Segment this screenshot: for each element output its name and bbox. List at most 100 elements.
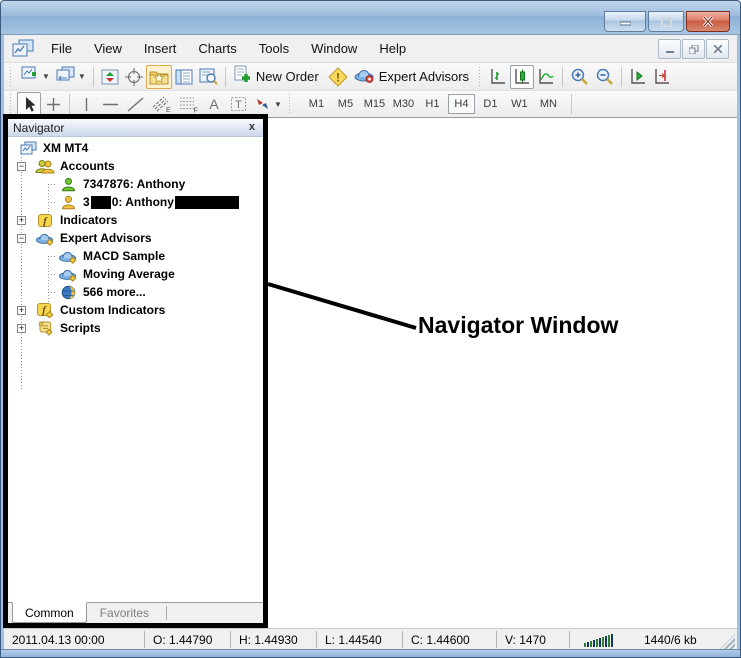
expand-plus-icon[interactable]: + (17, 306, 26, 315)
tree-item-accounts[interactable]: −Accounts (8, 157, 263, 175)
line-chart-button[interactable] (534, 65, 558, 89)
vertical-line-button[interactable] (74, 92, 98, 116)
cursor-button[interactable] (17, 92, 41, 116)
toolbar-grip[interactable] (9, 67, 14, 87)
menu-file[interactable]: File (40, 38, 83, 59)
tree-item-macd-sample[interactable]: MACD Sample (8, 247, 263, 265)
tick-chart-icon (101, 69, 119, 85)
chevron-down-icon: ▼ (42, 72, 50, 81)
expert-advisors-button[interactable]: Expert Advisors (351, 65, 475, 89)
vertical-line-icon (79, 96, 94, 113)
chevron-down-icon: ▼ (78, 72, 86, 81)
timeframe-m5[interactable]: M5 (332, 94, 359, 114)
tree-item-account-1[interactable]: 7347876: Anthony (8, 175, 263, 193)
alert-button[interactable]: ! (325, 65, 351, 89)
new-order-icon (233, 65, 252, 88)
tree-item-xm-mt4[interactable]: XM MT4 (8, 139, 263, 157)
timeframe-m30[interactable]: M30 (390, 94, 417, 114)
toolbar-separator (621, 67, 622, 87)
tree-item-custom-indicators[interactable]: +fCustom Indicators (8, 301, 263, 319)
status-segment: V: 1470 (497, 629, 569, 650)
crosshair-tool-icon (45, 96, 62, 113)
tree-item-account-2[interactable]: 30: Anthony (8, 193, 263, 211)
timeframe-m15[interactable]: M15 (361, 94, 388, 114)
ea-hat-icon (35, 230, 55, 246)
child-close-button[interactable] (706, 39, 729, 59)
menu-window[interactable]: Window (300, 38, 368, 59)
tab-favorites[interactable]: Favorites (87, 603, 162, 623)
bar-chart-button[interactable] (486, 65, 510, 89)
menu-view[interactable]: View (83, 38, 133, 59)
toolbar-separator (571, 94, 572, 114)
toolbar-grip[interactable] (478, 67, 483, 87)
cursor-icon (22, 96, 37, 113)
menu-charts[interactable]: Charts (187, 38, 247, 59)
timeframe-m1[interactable]: M1 (303, 94, 330, 114)
timeframe-h4[interactable]: H4 (448, 94, 475, 114)
status-bar: 2011.04.13 00:00O: 1.44790H: 1.44930L: 1… (4, 628, 737, 651)
tree-item-scripts[interactable]: +Scripts (8, 319, 263, 337)
collapse-minus-icon[interactable]: − (17, 162, 26, 171)
menu-help[interactable]: Help (368, 38, 417, 59)
tick-chart-button[interactable] (98, 65, 122, 89)
navigator-close-icon[interactable]: x (246, 122, 258, 133)
fibonacci-button[interactable]: F (175, 92, 202, 116)
arrows-icon (254, 96, 272, 112)
standard-toolbar: ▼ ▼ (4, 63, 737, 91)
favorites-button[interactable] (146, 65, 172, 89)
minimize-icon (620, 17, 631, 26)
status-segment: 2011.04.13 00:00 (4, 629, 144, 650)
tree-item-indicators[interactable]: +fIndicators (8, 211, 263, 229)
tree-item-expert-advisors[interactable]: −Expert Advisors (8, 229, 263, 247)
crosshair-button[interactable] (122, 65, 146, 89)
crosshair-tool-button[interactable] (41, 92, 65, 116)
arrows-button[interactable]: ▼ (251, 92, 285, 116)
profiles-icon (56, 66, 76, 88)
expand-plus-icon[interactable]: + (17, 324, 26, 333)
timeframe-h1[interactable]: H1 (419, 94, 446, 114)
menu-tools[interactable]: Tools (248, 38, 300, 59)
timeframe-w1[interactable]: W1 (506, 94, 533, 114)
market-watch-button[interactable] (172, 65, 196, 89)
text-button[interactable]: A (202, 92, 226, 116)
horizontal-line-button[interactable] (98, 92, 123, 116)
trendline-icon (126, 96, 145, 113)
new-chart-icon (20, 66, 40, 88)
connection-bars-icon (584, 633, 614, 647)
close-icon (702, 16, 714, 27)
tree-item-more[interactable]: 566 more... (8, 283, 263, 301)
auto-scroll-button[interactable] (626, 65, 650, 89)
close-button[interactable] (686, 11, 730, 32)
trendline-button[interactable] (123, 92, 148, 116)
zoom-out-icon (595, 68, 614, 86)
window-bottom-edge (1, 649, 740, 657)
resize-grip[interactable] (719, 634, 735, 650)
maximize-button[interactable] (648, 11, 684, 32)
expand-plus-icon[interactable]: + (17, 216, 26, 225)
equidistant-channel-button[interactable]: E (148, 92, 175, 116)
menu-insert[interactable]: Insert (133, 38, 188, 59)
svg-text:F: F (194, 108, 198, 114)
chart-shift-button[interactable] (650, 65, 674, 89)
toolbar-grip[interactable] (288, 94, 293, 114)
child-minimize-button[interactable] (658, 39, 681, 59)
navigator-title-bar[interactable]: Navigator x (8, 119, 263, 137)
profiles-button[interactable]: ▼ (53, 65, 89, 89)
tab-common[interactable]: Common (12, 602, 87, 623)
collapse-minus-icon[interactable]: − (17, 234, 26, 243)
zoom-in-button[interactable] (567, 65, 592, 89)
tree-item-label: MACD Sample (83, 249, 165, 263)
zoom-out-button[interactable] (592, 65, 617, 89)
toolbar-grip[interactable] (9, 94, 14, 114)
candlestick-chart-button[interactable] (510, 65, 534, 89)
new-order-button[interactable]: New Order (230, 65, 325, 89)
data-window-button[interactable] (196, 65, 221, 89)
minimize-button[interactable] (604, 11, 646, 32)
text-label-button[interactable]: T (226, 92, 251, 116)
svg-text:!: ! (336, 70, 340, 84)
timeframe-mn[interactable]: MN (535, 94, 562, 114)
child-restore-button[interactable] (682, 39, 705, 59)
tree-item-moving-average[interactable]: Moving Average (8, 265, 263, 283)
timeframe-d1[interactable]: D1 (477, 94, 504, 114)
new-chart-button[interactable]: ▼ (17, 65, 53, 89)
